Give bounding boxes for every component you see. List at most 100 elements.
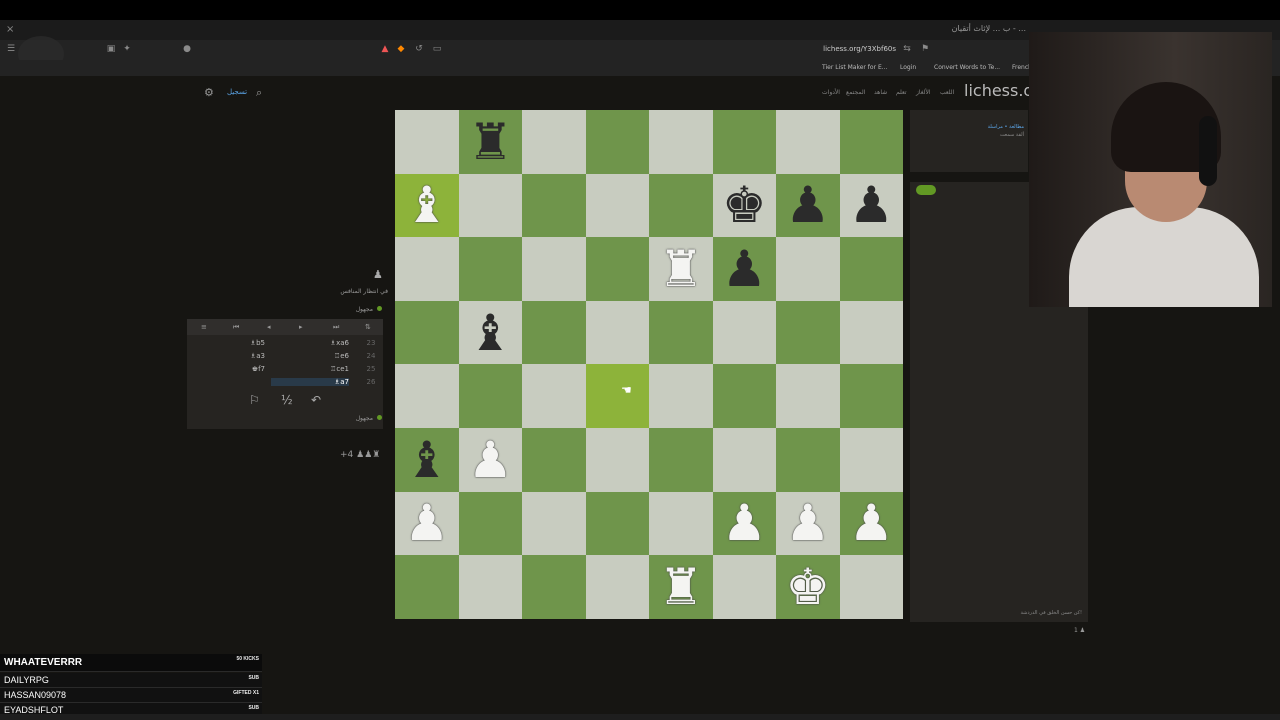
reader-icon[interactable]: ▭ <box>432 44 442 54</box>
board-square[interactable] <box>776 237 840 301</box>
black-bishop-icon[interactable]: ♝ <box>404 435 449 485</box>
board-square[interactable] <box>585 491 649 556</box>
board-square[interactable] <box>776 364 840 428</box>
black-pawn-icon[interactable]: ♟ <box>849 180 894 230</box>
white-pawn-icon[interactable]: ♟ <box>722 498 767 548</box>
board-square[interactable] <box>839 237 903 301</box>
board-square[interactable] <box>649 491 713 556</box>
extensions-icon[interactable]: ✦ <box>122 44 132 54</box>
move-white[interactable]: ♖e6 <box>297 352 349 360</box>
white-pawn-icon[interactable]: ♟ <box>785 498 830 548</box>
side-link[interactable]: مطالعة • مراسلة <box>988 124 1024 130</box>
next-move-icon[interactable]: ▸ <box>299 323 303 331</box>
bookmark-icon[interactable]: ⚑ <box>920 44 930 54</box>
board-square[interactable] <box>522 491 586 556</box>
board-square[interactable] <box>585 300 649 365</box>
black-bishop-icon[interactable]: ♝ <box>468 308 513 358</box>
brave-shield-icon[interactable]: ◆ <box>396 44 406 54</box>
board-square[interactable] <box>585 364 649 428</box>
board-square[interactable] <box>522 237 586 301</box>
move-black[interactable]: ♚f7 <box>217 365 265 373</box>
board-square[interactable] <box>839 300 903 365</box>
bookmark-convert[interactable]: Convert Words to Te... <box>934 64 1000 71</box>
white-pawn-icon[interactable]: ♟ <box>468 435 513 485</box>
board-square[interactable] <box>458 237 522 301</box>
white-rook-icon[interactable]: ♜ <box>658 562 703 612</box>
board-square[interactable]: ♜ <box>649 555 713 619</box>
tab-title[interactable]: ب ... لإثاث أتقيان - ... <box>952 24 1026 33</box>
board-square[interactable] <box>839 427 903 492</box>
nav-play[interactable]: اللعب <box>940 89 954 96</box>
board-square[interactable] <box>649 173 713 238</box>
first-move-icon[interactable]: ⏮ <box>233 323 239 332</box>
board-square[interactable] <box>776 110 840 174</box>
board-square[interactable] <box>585 237 649 301</box>
offer-draw-icon[interactable]: ½ <box>281 393 293 407</box>
last-move-icon[interactable]: ⏭ <box>333 323 339 332</box>
board-square[interactable] <box>649 300 713 365</box>
board-square[interactable] <box>649 110 713 174</box>
black-pawn-icon[interactable]: ♟ <box>785 180 830 230</box>
screenshot-icon[interactable]: ▣ <box>106 44 116 54</box>
signin-link[interactable]: تسجيل <box>227 88 247 96</box>
white-king-icon[interactable]: ♚ <box>785 562 830 612</box>
board-square[interactable] <box>585 173 649 238</box>
search-icon[interactable]: ⌕ <box>256 86 268 99</box>
board-square[interactable] <box>712 110 776 174</box>
move-black[interactable]: ♗b5 <box>217 339 265 347</box>
board-square[interactable] <box>712 427 776 492</box>
board-square[interactable] <box>522 364 586 428</box>
nav-puzzles[interactable]: الألغاز <box>916 89 931 96</box>
takeback-icon[interactable]: ↶ <box>311 393 321 407</box>
gear-icon[interactable]: ⚙ <box>204 86 216 99</box>
board-square[interactable] <box>458 491 522 556</box>
nav-watch[interactable]: شاهد <box>874 89 887 96</box>
prev-move-icon[interactable]: ◂ <box>267 323 271 331</box>
board-square[interactable] <box>839 364 903 428</box>
bookmark-tier-list[interactable]: Tier List Maker for E... <box>822 64 887 71</box>
board-square[interactable] <box>522 300 586 365</box>
board-square[interactable]: ♟ <box>839 173 903 238</box>
board-square[interactable] <box>649 427 713 492</box>
board-square[interactable]: ♟ <box>712 491 776 556</box>
board-square[interactable] <box>395 555 459 619</box>
board-square[interactable] <box>395 364 459 428</box>
board-square[interactable] <box>395 237 459 301</box>
nav-learn[interactable]: تعلم <box>896 89 907 96</box>
board-square[interactable] <box>839 555 903 619</box>
board-square[interactable] <box>522 427 586 492</box>
white-bishop-icon[interactable]: ♝ <box>404 180 449 230</box>
board-square[interactable] <box>839 110 903 174</box>
board-square[interactable] <box>522 110 586 174</box>
board-square[interactable] <box>458 555 522 619</box>
board-square[interactable]: ♟ <box>395 491 459 556</box>
bookmark-login[interactable]: Login <box>900 64 916 71</box>
board-square[interactable] <box>585 427 649 492</box>
board-square[interactable] <box>458 173 522 238</box>
board-square[interactable] <box>776 427 840 492</box>
board-square[interactable]: ♟ <box>458 427 522 492</box>
board-square[interactable] <box>395 300 459 365</box>
tab-close-icon[interactable]: × <box>6 24 14 35</box>
board-square[interactable] <box>522 173 586 238</box>
board-square[interactable]: ♟ <box>712 237 776 301</box>
white-pawn-icon[interactable]: ♟ <box>849 498 894 548</box>
board-square[interactable]: ♚ <box>712 173 776 238</box>
menu-icon[interactable]: ☰ <box>6 44 16 54</box>
white-pawn-icon[interactable]: ♟ <box>404 498 449 548</box>
move-white-active[interactable]: ♗a7 <box>271 378 349 386</box>
board-square[interactable]: ♜ <box>458 110 522 174</box>
board-square[interactable] <box>712 300 776 365</box>
board-square[interactable] <box>585 110 649 174</box>
brave-rewards-icon[interactable]: ▲ <box>380 44 390 54</box>
chess-board[interactable]: ♜ ♝ ♚ ♟ ♟ ♜ ♟ ♝ ♝ ♟ ♟ ♟ ♟ ♟ ♜ ♚ <box>395 110 903 619</box>
share-icon[interactable]: ↺ <box>414 44 424 54</box>
flip-board-icon[interactable]: ⇅ <box>365 323 371 331</box>
black-rook-icon[interactable]: ♜ <box>468 117 513 167</box>
move-white[interactable]: ♖ce1 <box>297 365 349 373</box>
resign-flag-icon[interactable]: ⚐ <box>249 393 260 407</box>
board-square[interactable]: ♝ <box>395 173 459 238</box>
nav-tools[interactable]: الأدوات <box>822 89 840 96</box>
menu-icon[interactable]: ≡ <box>201 323 207 331</box>
chat-input[interactable]: كن حسن الخلق في الدردشة! <box>910 606 1088 620</box>
